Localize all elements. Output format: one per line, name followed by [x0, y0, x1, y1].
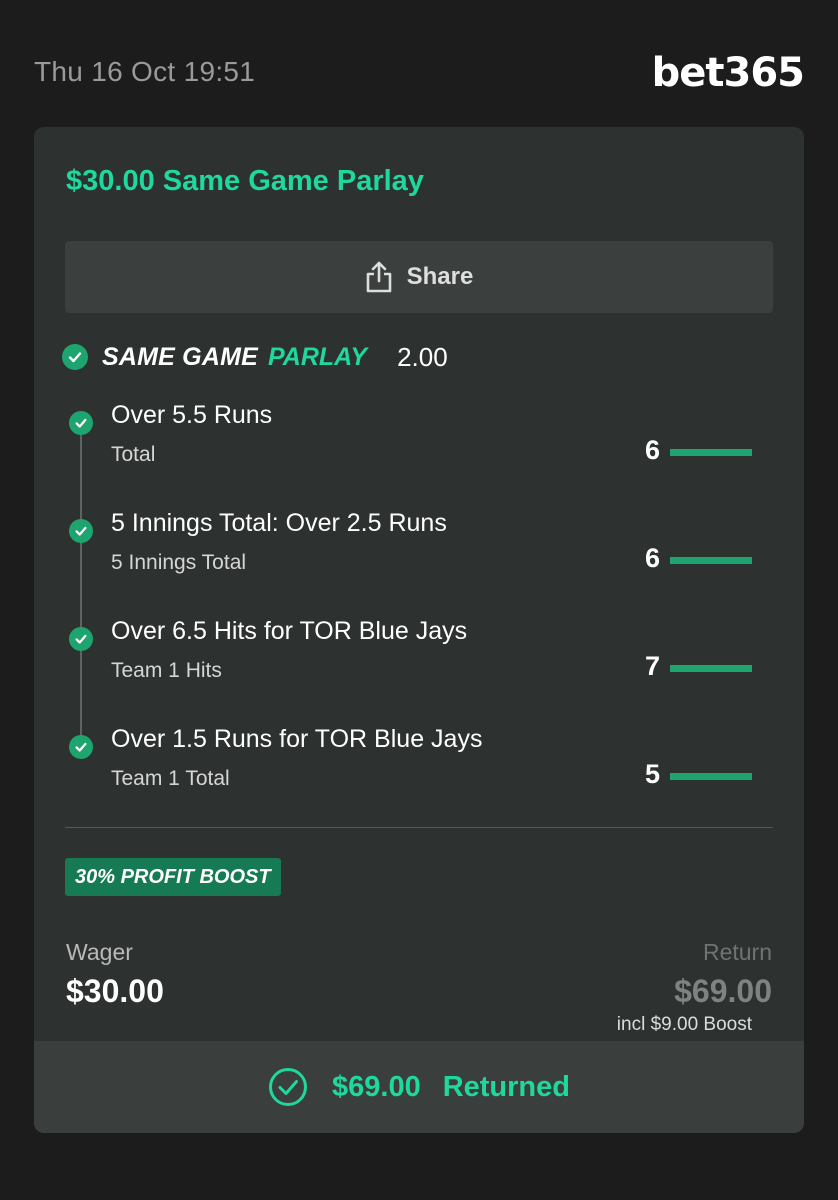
leg-market: Team 1 Hits: [111, 659, 222, 682]
parlay-header: SAME GAME PARLAY 2.00: [62, 337, 448, 377]
leg-selection: Over 6.5 Hits for TOR Blue Jays: [111, 617, 468, 645]
returned-banner: $69.00 Returned: [34, 1041, 804, 1133]
returned-status: Returned: [442, 1070, 570, 1103]
bet365-logo: bet365: [651, 50, 805, 96]
bet-date: Thu 16 Oct 19:51: [34, 56, 256, 87]
parlay-odds: 2.00: [397, 341, 448, 372]
parlay-type-label: SAME GAME: [102, 342, 258, 371]
leg-result: 5: [644, 759, 660, 789]
bet-title: $30.00 Same Game Parlay: [66, 165, 424, 197]
leg-selection: 5 Innings Total: Over 2.5 Runs: [111, 509, 447, 537]
leg-market: Total: [111, 443, 156, 466]
leg-market: 5 Innings Total: [111, 551, 247, 574]
bet-leg: 5 Innings Total: Over 2.5 Runs 5 Innings…: [34, 509, 804, 609]
bet-leg: Over 5.5 Runs Total 6: [34, 401, 804, 501]
leg-result: 6: [644, 435, 660, 465]
share-label: Share: [406, 263, 474, 290]
return-boost-note: incl $9.00 Boost: [616, 1014, 752, 1035]
returned-amount: $69.00: [332, 1070, 421, 1103]
check-circle-icon: [69, 519, 93, 543]
leg-result: 6: [644, 543, 660, 573]
leg-result: 7: [644, 651, 660, 681]
leg-progress-bar: [670, 449, 752, 456]
wager-value: $30.00: [66, 973, 164, 1009]
check-circle-icon: [62, 344, 88, 370]
share-icon: [365, 261, 393, 293]
leg-market: Team 1 Total: [111, 767, 230, 790]
profit-boost-badge: 30% PROFIT BOOST: [65, 858, 281, 896]
check-circle-icon: [69, 627, 93, 651]
wager-label: Wager: [66, 939, 133, 965]
return-value: $69.00: [674, 973, 772, 1009]
leg-progress-bar: [670, 557, 752, 564]
check-circle-icon: [69, 735, 93, 759]
parlay-type-highlight: PARLAY: [267, 342, 368, 371]
leg-selection: Over 5.5 Runs: [111, 401, 273, 429]
bet-leg: Over 1.5 Runs for TOR Blue Jays Team 1 T…: [34, 725, 804, 825]
bet-leg: Over 6.5 Hits for TOR Blue Jays Team 1 H…: [34, 617, 804, 717]
share-button[interactable]: Share: [65, 241, 773, 313]
check-circle-outline-icon: [268, 1067, 308, 1107]
leg-progress-bar: [670, 665, 752, 672]
divider: [65, 827, 773, 828]
check-circle-icon: [69, 411, 93, 435]
leg-selection: Over 1.5 Runs for TOR Blue Jays: [111, 725, 483, 753]
leg-progress-bar: [670, 773, 752, 780]
return-label: Return: [702, 939, 772, 965]
bet-card: $30.00 Same Game Parlay Share SAME GAME …: [34, 127, 804, 1133]
